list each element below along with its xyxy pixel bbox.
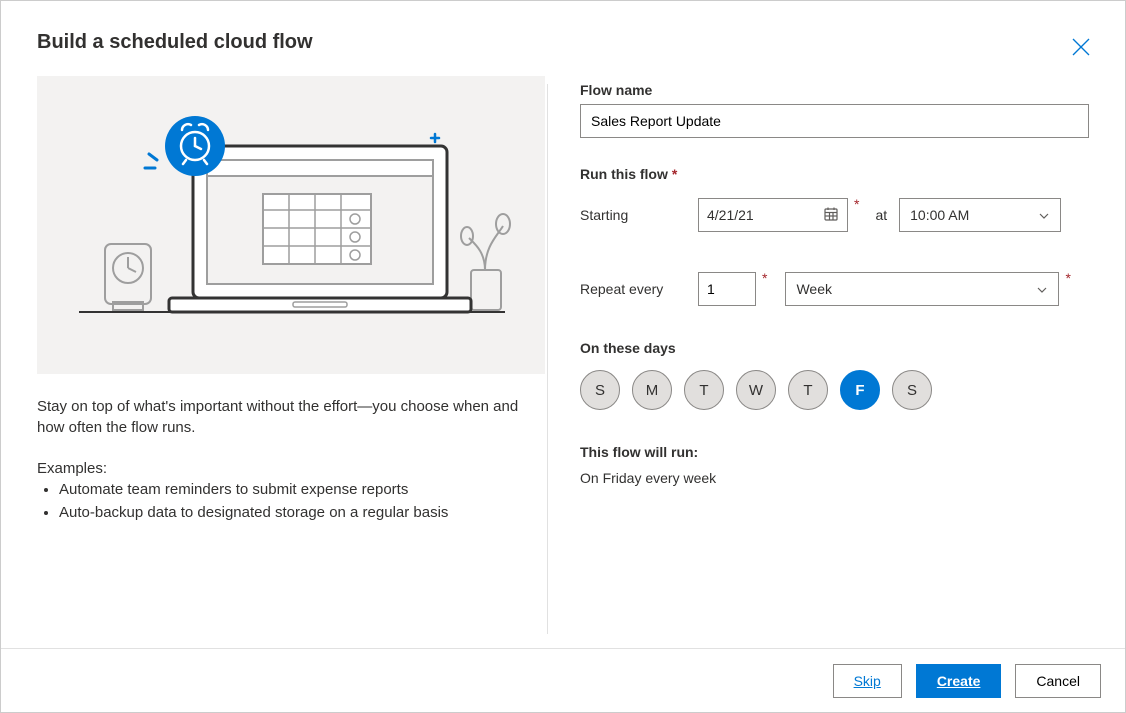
required-asterisk: * xyxy=(1065,270,1070,286)
starting-date-value: 4/21/21 xyxy=(707,207,754,223)
create-button[interactable]: Create xyxy=(916,664,1002,698)
at-label: at xyxy=(875,207,887,223)
description-text: Stay on top of what's important without … xyxy=(37,396,523,438)
flow-name-label: Flow name xyxy=(580,82,1089,98)
skip-button[interactable]: Skip xyxy=(833,664,902,698)
examples-label: Examples: xyxy=(37,460,523,477)
day-sunday[interactable]: S xyxy=(580,370,620,410)
left-panel: Stay on top of what's important without … xyxy=(37,76,547,712)
run-section-label: Run this flow* xyxy=(580,166,1089,182)
days-picker: S M T W T F S xyxy=(580,370,1089,410)
cancel-button[interactable]: Cancel xyxy=(1015,664,1101,698)
example-item: Auto-backup data to designated storage o… xyxy=(59,502,523,525)
close-icon[interactable] xyxy=(1069,35,1093,59)
days-label: On these days xyxy=(580,340,1089,356)
day-tuesday[interactable]: T xyxy=(684,370,724,410)
required-asterisk: * xyxy=(672,166,677,182)
chevron-down-icon xyxy=(1038,209,1050,221)
repeat-row: Repeat every * Week * xyxy=(580,272,1089,306)
starting-date-picker[interactable]: 4/21/21 xyxy=(698,198,848,232)
day-thursday[interactable]: T xyxy=(788,370,828,410)
examples-list: Automate team reminders to submit expens… xyxy=(41,479,523,524)
repeat-count-input[interactable] xyxy=(698,272,756,306)
summary-label: This flow will run: xyxy=(580,444,1089,460)
chevron-down-icon xyxy=(1036,283,1048,295)
example-item: Automate team reminders to submit expens… xyxy=(59,479,523,502)
calendar-icon xyxy=(823,206,839,225)
flow-name-input[interactable] xyxy=(580,104,1089,138)
required-asterisk: * xyxy=(854,196,859,212)
form-panel: Flow name Run this flow* Starting 4/21/2… xyxy=(548,76,1089,712)
starting-label: Starting xyxy=(580,207,698,223)
dialog-footer: Skip Create Cancel xyxy=(1,648,1125,712)
scheduled-flow-dialog: Build a scheduled cloud flow xyxy=(0,0,1126,713)
repeat-label: Repeat every xyxy=(580,281,698,297)
starting-row: Starting 4/21/21 * at xyxy=(580,198,1089,232)
dialog-title: Build a scheduled cloud flow xyxy=(37,31,313,54)
day-saturday[interactable]: S xyxy=(892,370,932,410)
illustration xyxy=(37,76,545,374)
day-friday[interactable]: F xyxy=(840,370,880,410)
day-wednesday[interactable]: W xyxy=(736,370,776,410)
required-asterisk: * xyxy=(762,270,767,286)
repeat-unit-value: Week xyxy=(796,281,832,297)
day-monday[interactable]: M xyxy=(632,370,672,410)
summary-text: On Friday every week xyxy=(580,470,1089,486)
starting-time-value: 10:00 AM xyxy=(910,207,969,223)
starting-time-select[interactable]: 10:00 AM xyxy=(899,198,1061,232)
dialog-header: Build a scheduled cloud flow xyxy=(37,27,1089,70)
run-section-label-text: Run this flow xyxy=(580,166,668,182)
repeat-unit-select[interactable]: Week xyxy=(785,272,1059,306)
